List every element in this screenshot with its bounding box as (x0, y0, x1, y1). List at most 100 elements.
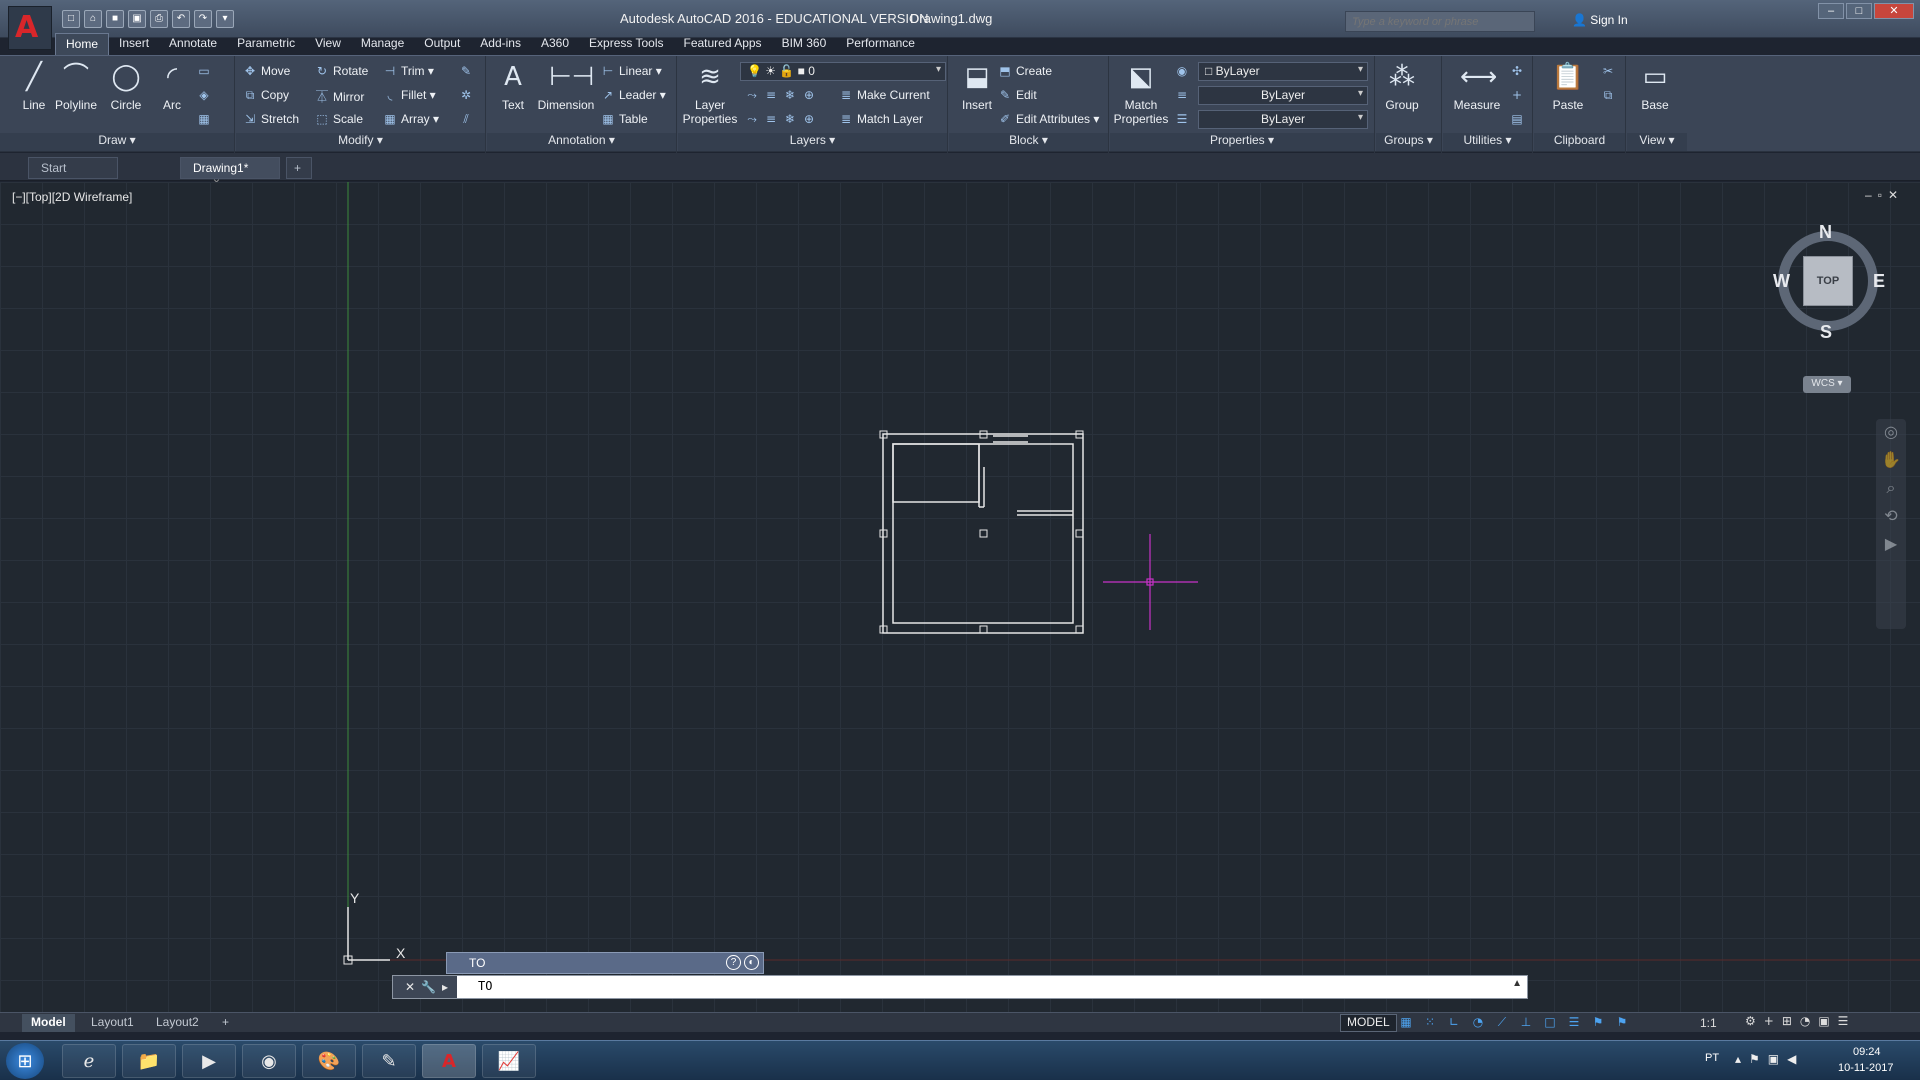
tab-home[interactable]: Home (55, 33, 110, 55)
paint-icon[interactable]: 🎨 (302, 1044, 356, 1078)
offset-button[interactable]: ⫽ (458, 112, 477, 127)
auto-scale-icon[interactable]: ⚑ (1612, 1014, 1632, 1031)
dimension-button[interactable]: ⊢⊣ Dimension (533, 60, 599, 112)
command-autocomplete-tooltip[interactable]: TO ? ◐ (446, 952, 764, 974)
leader-button[interactable]: ↗ Leader ▾ (600, 88, 666, 102)
chrome-icon[interactable]: ◉ (242, 1044, 296, 1078)
tab-manage[interactable]: Manage (351, 33, 414, 55)
layer-tools-row1[interactable]: ⤳ ≡ ❄ ⊕ (744, 88, 820, 103)
utilities-panel-title[interactable]: Utilities ▾ (1443, 133, 1532, 151)
clock-time[interactable]: 09:24 (1853, 1046, 1881, 1058)
edit-attributes-button[interactable]: ✐ Edit Attributes ▾ (997, 112, 1099, 126)
copy-button[interactable]: ⧉ Copy (242, 88, 289, 103)
tab-model[interactable]: Model (22, 1014, 75, 1032)
help-icon[interactable]: ? (726, 955, 741, 970)
grip-points[interactable] (879, 430, 1084, 634)
draw-panel-title[interactable]: Draw ▾ (0, 133, 234, 151)
drawing-area[interactable]: [−][Top][2D Wireframe] –▫✕ Y X TOP N S W… (0, 182, 1920, 1012)
tab-layout1[interactable]: Layout1 (82, 1014, 143, 1032)
undo-icon[interactable]: ↶ (172, 10, 190, 28)
tab-bim-360[interactable]: BIM 360 (772, 33, 837, 55)
model-space-button[interactable]: MODEL (1340, 1014, 1397, 1032)
lineweight-dropdown[interactable]: ByLayer (1198, 110, 1368, 129)
viewcube[interactable]: TOP N S W E (1765, 222, 1890, 342)
tab-featured-apps[interactable]: Featured Apps (674, 33, 772, 55)
rotate-button[interactable]: ↻ Rotate (314, 64, 368, 78)
fillet-button[interactable]: ◟ Fillet ▾ (382, 88, 436, 102)
grid-icon[interactable]: ▦ (1396, 1014, 1416, 1031)
chart-app-icon[interactable]: 📈 (482, 1044, 536, 1078)
system-tray-icons[interactable]: ▴⚑▣◀ (1735, 1052, 1804, 1066)
search-input[interactable] (1345, 11, 1535, 32)
move-button[interactable]: ✥ Move (242, 64, 290, 78)
lineweight-toggle-icon[interactable]: ☰ (1564, 1014, 1584, 1031)
stretch-button[interactable]: ⇲ Stretch (242, 112, 299, 126)
snap-icon[interactable]: ⁙ (1420, 1014, 1440, 1031)
boundary-button[interactable]: ▦ (196, 112, 215, 126)
file-explorer-icon[interactable]: 📁 (122, 1044, 176, 1078)
language-indicator[interactable]: PT (1705, 1052, 1719, 1064)
mirror-button[interactable]: ⏄ Mirror (314, 88, 364, 105)
status-right-icons[interactable]: ⚙+⊞◔▣☰ (1745, 1014, 1856, 1028)
tab-start[interactable]: Start (28, 157, 118, 179)
compass-east[interactable]: E (1873, 271, 1885, 292)
sign-in-button[interactable]: 👤 Sign In (1572, 13, 1628, 27)
polyline-button[interactable]: ⌒ Polyline (50, 60, 102, 112)
base-button[interactable]: ▭ Base (1629, 60, 1681, 112)
open-icon[interactable]: ⌂ (84, 10, 102, 28)
tab-view[interactable]: View (305, 33, 351, 55)
object-snap-icon[interactable]: □ (1540, 1014, 1560, 1031)
viewcube-top-face[interactable]: TOP (1803, 256, 1853, 306)
maximize-button[interactable]: □ (1846, 3, 1872, 19)
trim-button[interactable]: ⊣ Trim ▾ (382, 64, 434, 78)
match-properties-button[interactable]: ⬕ Match Properties (1110, 60, 1172, 126)
groups-panel-title[interactable]: Groups ▾ (1376, 133, 1441, 151)
globe-icon[interactable]: ◐ (744, 955, 759, 970)
autocad-taskbar-icon[interactable]: A (422, 1044, 476, 1078)
isodraft-icon[interactable]: ⟋ (1492, 1014, 1512, 1031)
compass-north[interactable]: N (1819, 222, 1832, 243)
clock-date[interactable]: 10-11-2017 (1838, 1062, 1893, 1074)
internet-explorer-icon[interactable]: ℯ (62, 1044, 116, 1078)
tab-parametric[interactable]: Parametric (227, 33, 305, 55)
command-history-icon[interactable]: ▲ (1512, 978, 1522, 989)
compass-west[interactable]: W (1773, 271, 1790, 292)
close-command-icon[interactable]: ✕ (405, 980, 415, 994)
showmotion-icon[interactable]: ▶ (1876, 531, 1906, 559)
group-button[interactable]: ⁂ Group (1376, 60, 1428, 112)
redo-icon[interactable]: ↷ (194, 10, 212, 28)
wcs-menu[interactable]: WCS ▾ (1803, 376, 1851, 393)
modify-panel-title[interactable]: Modify ▾ (236, 133, 485, 151)
customize-wrench-icon[interactable]: 🔧 (421, 980, 436, 994)
arc-button[interactable]: ◜ Arc (146, 60, 198, 112)
floor-plan[interactable] (882, 433, 1084, 634)
print-icon[interactable]: ⎙ (150, 10, 168, 28)
application-menu-button[interactable]: A (8, 6, 52, 50)
scale-button[interactable]: ⬚ Scale (314, 112, 363, 126)
layer-dropdown[interactable]: 💡 ☀ 🔓 ■ 0 (740, 62, 946, 81)
match-layer-button[interactable]: ≣ Match Layer (838, 112, 923, 126)
close-button[interactable]: ✕ (1874, 3, 1914, 19)
tab-output[interactable]: Output (414, 33, 470, 55)
command-input[interactable]: TO (478, 979, 492, 993)
explode-button[interactable]: ✲ (458, 88, 477, 102)
start-button[interactable]: ⊞ (6, 1043, 44, 1079)
save-icon[interactable]: ■ (106, 10, 124, 28)
command-prompt-icon[interactable]: ▸ (442, 980, 448, 994)
tab-drawing1[interactable]: Drawing1* × (180, 157, 280, 189)
paste-button[interactable]: 📋 Paste (1542, 60, 1594, 112)
new-icon[interactable]: □ (62, 10, 80, 28)
linetype-dropdown[interactable]: ByLayer (1198, 86, 1368, 105)
layer-properties-button[interactable]: ≋ Layer Properties (678, 60, 742, 126)
block-panel-title[interactable]: Block ▾ (949, 133, 1108, 151)
new-tab-button[interactable]: + (286, 157, 312, 179)
circle-button[interactable]: ◯ Circle (100, 60, 152, 112)
view-panel-title[interactable]: View ▾ (1627, 133, 1687, 151)
erase-button[interactable]: ✎ (458, 64, 477, 78)
tab-add-ins[interactable]: Add-ins (470, 33, 531, 55)
tab-express-tools[interactable]: Express Tools (579, 33, 673, 55)
tab-layout2[interactable]: Layout2 (147, 1014, 208, 1032)
zoom-icon[interactable]: ⌕ (1876, 475, 1906, 503)
color-dropdown[interactable]: □ ByLayer (1198, 62, 1368, 81)
object-snap-tracking-icon[interactable]: ⊥ (1516, 1014, 1536, 1031)
